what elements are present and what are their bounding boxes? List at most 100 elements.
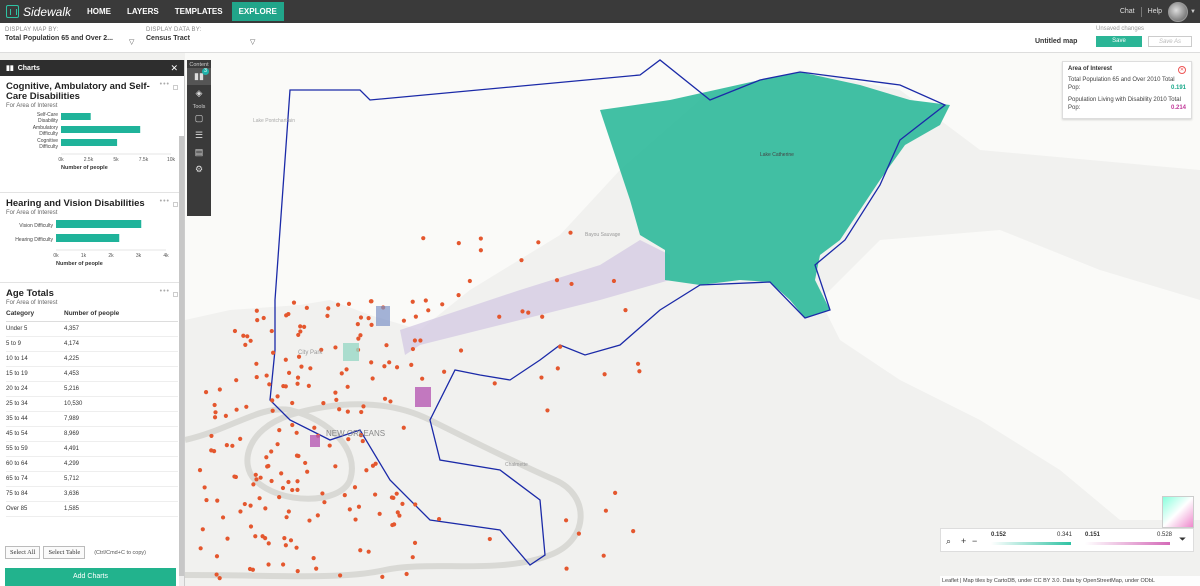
data-point [270,398,275,403]
data-point [254,308,259,313]
zoom-out-button[interactable]: − [972,536,977,546]
age-count: 4,299 [64,456,178,472]
age-count: 4,225 [64,351,178,367]
gear-icon[interactable]: ⚙ [187,161,211,178]
table-row: 35 to 44 7,989 [6,411,178,427]
data-point [347,507,352,512]
data-point [286,370,292,375]
search-icon[interactable]: ⌕ [946,536,951,547]
data-point [412,540,418,545]
bar[interactable] [56,234,120,242]
tick-label: 10k [167,157,176,163]
more-options-icon[interactable]: ••• [160,198,170,205]
data-point [623,308,628,313]
select-area-icon[interactable]: ▢ [187,110,211,127]
table-row: 5 to 9 4,174 [6,336,178,352]
chart-checkbox[interactable] [173,202,178,207]
data-point [382,364,387,369]
age-category: 25 to 34 [6,396,64,412]
nav-templates[interactable]: TEMPLATES [168,2,230,21]
add-charts-button[interactable]: Add Charts [5,568,176,586]
data-point [214,572,219,577]
data-point [253,472,258,477]
data-point [355,322,360,327]
data-point [290,422,295,428]
map-title[interactable]: Untitled map [1035,38,1077,45]
filter-icon[interactable]: ⏷ [1179,534,1186,545]
panel-scrollbar[interactable] [179,136,184,586]
table-row: 75 to 84 3,636 [6,486,178,502]
data-point [254,361,259,366]
data-point [564,566,569,571]
data-point [286,311,291,317]
report-icon[interactable]: ▤ [187,144,211,161]
table-checkbox[interactable] [173,292,178,297]
data-point [346,301,352,306]
data-point [307,518,312,523]
more-options-icon[interactable]: ••• [160,81,170,88]
zoom-in-button[interactable]: + [961,536,966,546]
display-map-by[interactable]: DISPLAY MAP BY: Total Population 65 and … [5,27,134,46]
data-point [288,538,294,543]
bar[interactable] [61,113,91,120]
data-point [568,230,573,235]
bar[interactable] [61,139,118,146]
chevron-down-icon[interactable]: ▽ [129,38,134,46]
data-point [279,471,284,476]
stack-icon[interactable]: ☰ [187,127,211,144]
data-point [369,322,374,327]
data-point [603,508,608,513]
data-point [558,344,563,349]
data-point [631,529,636,534]
category-label: Difficulty [39,144,58,150]
scrollbar-thumb[interactable] [179,136,184,576]
unsaved-status: Unsaved changes [1096,26,1145,32]
select-table-button[interactable]: Select Table [43,546,86,559]
chat-link[interactable]: Chat [1120,8,1135,15]
legend-min-2: 0.151 [1085,532,1101,538]
avatar-chevron-down-icon[interactable]: ▼ [1190,9,1196,15]
select-all-button[interactable]: Select All [5,546,41,559]
data-point [602,372,607,377]
data-point [283,384,288,389]
bar[interactable] [56,220,142,228]
data-point [410,555,415,560]
data-point [635,361,641,366]
tract-blue [376,306,390,326]
bar[interactable] [61,126,141,133]
data-point [217,576,222,581]
category-label: Vision Difficulty [19,223,53,229]
layers-icon[interactable]: ◈ [187,85,211,102]
data-point [270,350,276,355]
chevron-down-icon[interactable]: ▽ [250,38,255,46]
tick-label: 5k [113,157,119,163]
data-point [280,485,286,491]
close-icon[interactable]: ✕ [1178,66,1186,74]
age-count: 3,636 [64,486,178,502]
data-point [197,468,203,473]
map-canvas[interactable]: NEW ORLEANS Lake Pontchartrain City Park… [185,53,1200,586]
charts-tool-icon[interactable]: ▮▮ 3 [187,68,211,85]
nav-layers[interactable]: LAYERS [120,2,166,21]
nav-explore[interactable]: EXPLORE [231,2,284,21]
logo[interactable]: Sidewalk [6,5,80,19]
close-icon[interactable]: ✕ [170,63,178,74]
data-point [418,338,423,343]
save-button[interactable]: Save [1096,36,1142,47]
data-point [426,308,431,313]
data-point [339,371,344,376]
charts-count-badge: 3 [202,68,209,75]
save-as-button[interactable]: Save As [1148,36,1192,47]
display-data-by-value: Census Tract [146,35,190,42]
sidewalk-logo-icon [6,5,19,18]
more-options-icon[interactable]: ••• [160,288,170,295]
data-point [390,522,395,528]
avatar[interactable] [1168,1,1189,22]
nav-home[interactable]: HOME [80,2,118,21]
chart-checkbox[interactable] [173,85,178,90]
legend-max-2: 0.528 [1157,532,1173,538]
display-data-by[interactable]: DISPLAY DATA BY: Census Tract ▽ [146,27,255,46]
map[interactable]: NEW ORLEANS Lake Pontchartrain City Park… [185,53,1200,586]
data-point [356,336,361,341]
help-link[interactable]: Help [1148,8,1162,15]
